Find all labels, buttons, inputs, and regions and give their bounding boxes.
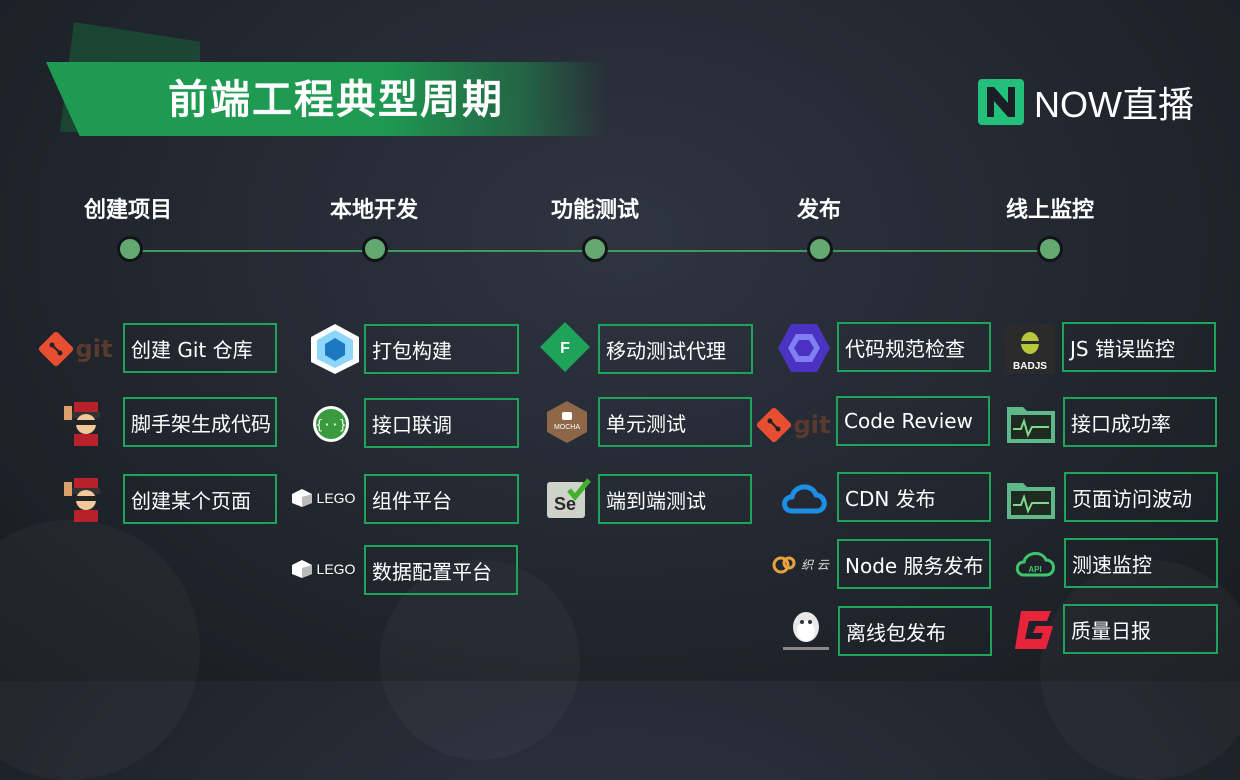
penguin-icon (778, 608, 834, 654)
eslint-icon (776, 320, 832, 376)
item-unit-test: 单元测试 (598, 397, 752, 447)
item-build-bundle: 打包构建 (364, 324, 519, 374)
item-create-git-repo: 创建 Git 仓库 (123, 323, 277, 373)
svg-text:API: API (1028, 565, 1041, 574)
item-cdn-release: CDN 发布 (837, 472, 991, 522)
item-e2e-test: 端到端测试 (598, 474, 752, 524)
now-live-logo: NOW直播 (978, 78, 1194, 126)
yeoman-icon (60, 473, 112, 525)
api-cloud-icon: API (1012, 546, 1058, 582)
timeline-dot (362, 236, 388, 262)
stage-release: 发布 (797, 198, 842, 223)
stage-function-test: 功能测试 (551, 198, 640, 223)
timeline-dot (807, 236, 833, 262)
timeline-dot (117, 236, 143, 262)
item-offline-package-release: 离线包发布 (838, 606, 992, 656)
folder-chart-icon (1004, 476, 1058, 522)
background-decoration (1040, 560, 1240, 780)
svg-text:F: F (560, 340, 570, 357)
yeoman-icon (60, 397, 112, 449)
svg-text:MOCHA: MOCHA (554, 424, 580, 431)
item-mobile-proxy: 移动测试代理 (598, 324, 753, 374)
lego-icon: LEGO (286, 486, 360, 510)
now-logo-icon (978, 79, 1024, 125)
report-g-icon (1010, 606, 1058, 654)
mocha-icon: MOCHA (544, 399, 590, 445)
item-speed-monitor: 测速监控 (1064, 538, 1218, 588)
proxy-f-icon: F (538, 320, 592, 374)
item-page-visit-fluctuation: 页面访问波动 (1064, 472, 1218, 522)
item-quality-daily-report: 质量日报 (1063, 604, 1218, 654)
item-scaffold-code: 脚手架生成代码 (123, 397, 277, 447)
api-braces-icon: {··} (310, 403, 352, 445)
timeline-dot (582, 236, 608, 262)
item-js-error-monitor: JS 错误监控 (1062, 322, 1216, 372)
item-create-page: 创建某个页面 (123, 474, 277, 524)
page-title: 前端工程典型周期 (168, 77, 504, 123)
zhiyun-icon: 织 云 (764, 550, 836, 578)
selenium-icon: Se (544, 475, 592, 521)
svg-text:BADJS: BADJS (1013, 361, 1047, 372)
background-decoration (0, 520, 200, 780)
cloud-icon (778, 478, 830, 518)
lego-icon: LEGO (286, 557, 360, 581)
stage-online-monitor: 线上监控 (1006, 198, 1095, 223)
item-node-service-release: Node 服务发布 (837, 539, 991, 589)
git-icon: git (750, 402, 836, 448)
webpack-icon (308, 322, 362, 376)
badjs-icon: BADJS (1003, 322, 1057, 376)
git-icon: git (32, 326, 118, 372)
item-api-integration: 接口联调 (364, 398, 519, 448)
item-code-review: Code Review (836, 396, 990, 446)
stage-local-dev: 本地开发 (330, 198, 419, 223)
svg-text:{··}: {··} (315, 418, 346, 433)
stage-create-project: 创建项目 (84, 198, 173, 223)
item-component-platform: 组件平台 (364, 474, 519, 524)
item-api-success-rate: 接口成功率 (1063, 397, 1217, 447)
logo-text: NOW直播 (1034, 84, 1194, 125)
folder-chart-icon (1004, 400, 1058, 446)
item-code-lint: 代码规范检查 (837, 322, 991, 372)
item-data-config-platform: 数据配置平台 (364, 545, 518, 595)
timeline-dot (1037, 236, 1063, 262)
